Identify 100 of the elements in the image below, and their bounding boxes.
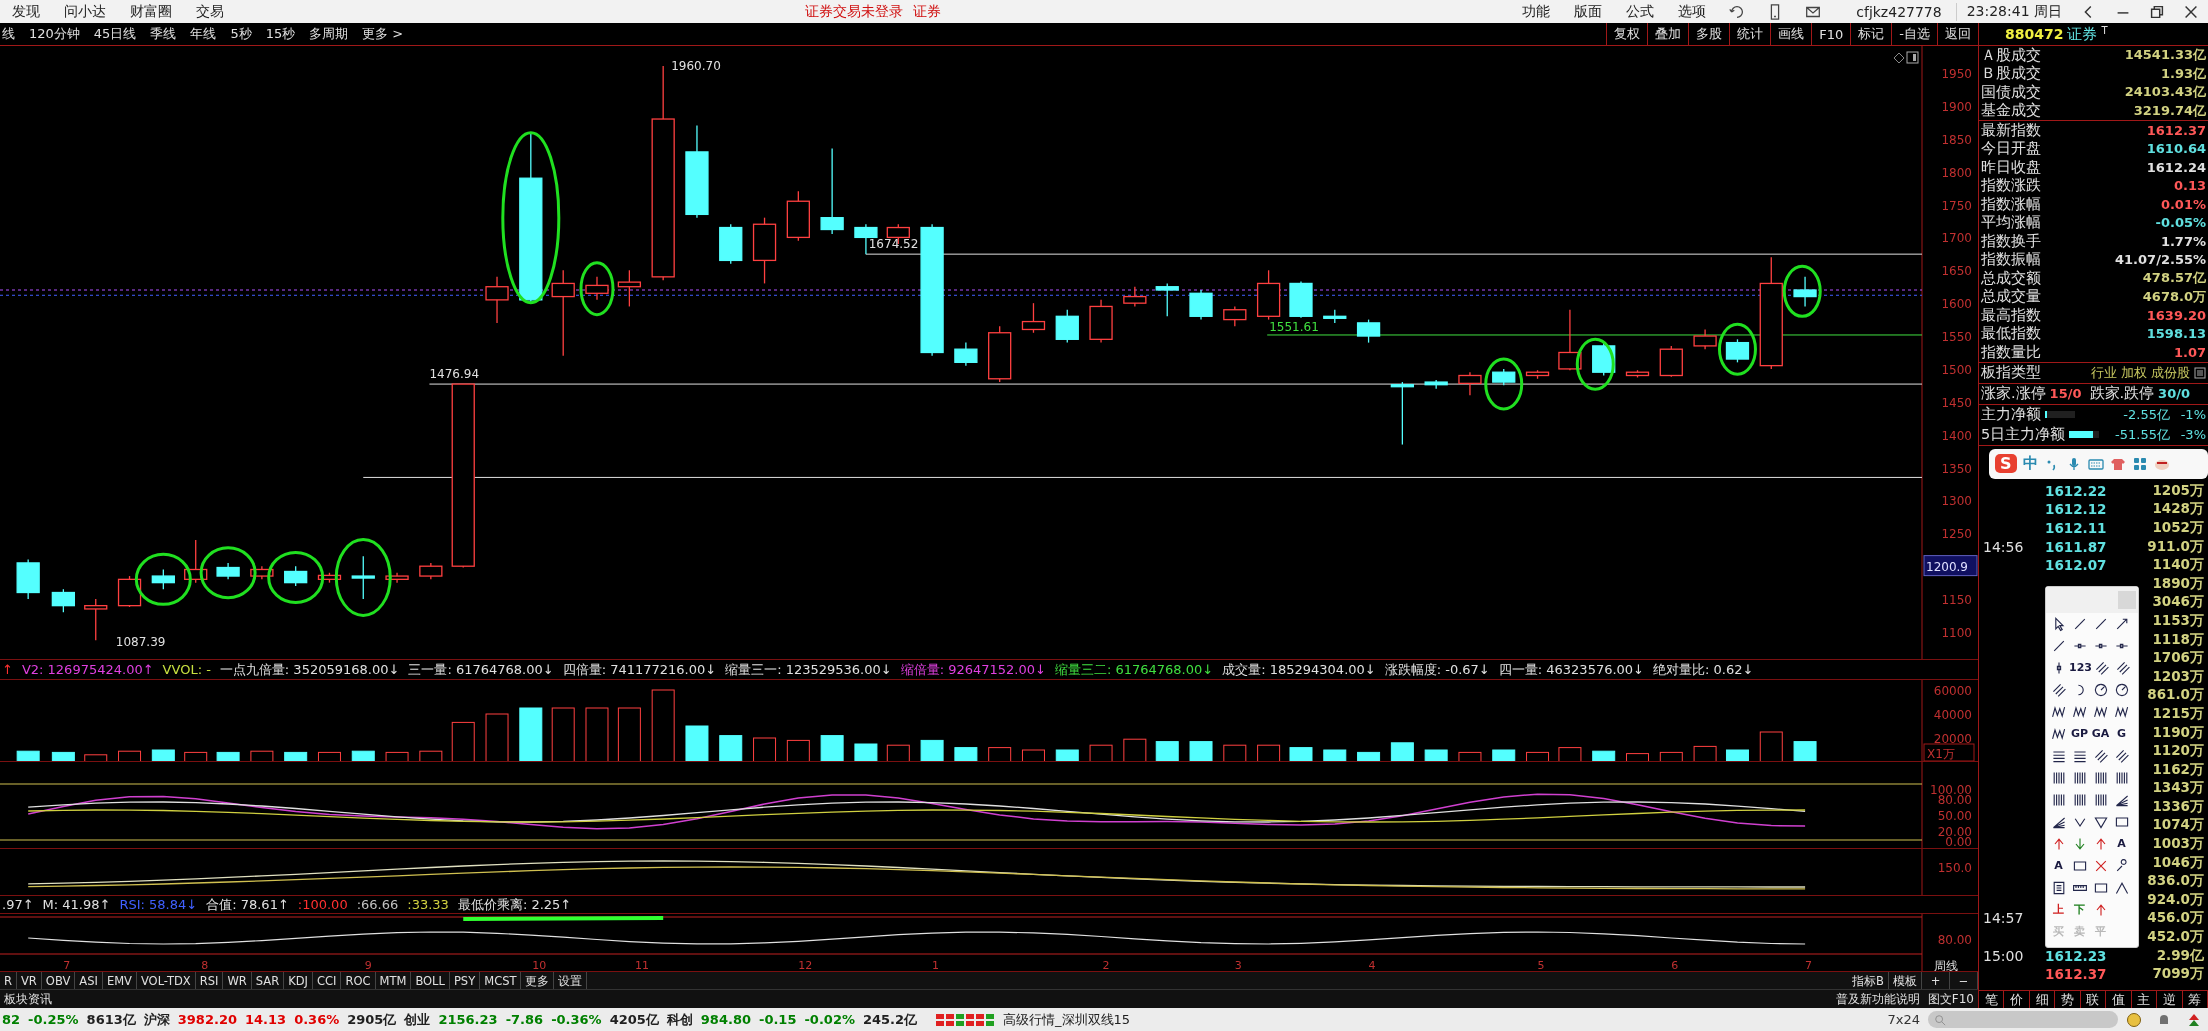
tick-volume: 1190万 [2152,723,2204,742]
volume-bar [1793,741,1817,761]
ime-logo[interactable]: S [1995,454,2017,473]
indicator-readout: 绝对量比: 0.62↓ [1653,660,1754,679]
info-link[interactable]: 普及新功能说明 [1831,990,1924,1008]
candle [16,558,40,600]
menu-item[interactable]: 财富圈 [118,2,184,21]
volume-bar [51,751,75,761]
axis-label: 1900 [1941,99,1972,114]
volume-bar [1323,749,1347,761]
indicator-readout: 合值: 78.61↑ [206,895,289,914]
volume-bar [1357,751,1381,761]
menu-item[interactable]: 交易 [184,2,236,21]
quote-label: 跌家.跌停 [2089,384,2155,403]
drawing-tool-label[interactable]: 下 [2069,902,2090,917]
market-quote: -0.02% [804,1012,855,1027]
period-tab[interactable]: 年线 [190,25,217,43]
menu-item[interactable]: 公式 [1614,2,1667,21]
tick-price: 1612.07 [2045,557,2107,574]
axis-label: 1450 [1941,395,1972,410]
drawing-tool-label[interactable]: A [2111,836,2132,851]
search-field[interactable] [1928,1011,2118,1028]
flow-percent: -1% [2179,407,2206,422]
list-icon[interactable] [2194,366,2206,379]
drawing-tool-label[interactable]: A [2048,858,2069,873]
tick-volume: 1003万 [2152,835,2204,854]
volume-bar [617,707,641,761]
axis-label: 0.00 [1945,834,1972,849]
menu-item[interactable]: 问小达 [52,2,118,21]
drawing-tool-label[interactable]: GA [2090,726,2111,741]
circle-tool-icon[interactable] [2092,681,2109,698]
panel-toggle-icon[interactable] [1907,52,1918,63]
volume-bar [1592,750,1616,761]
period-tab[interactable]: 多周期 [309,25,349,43]
diamond-icon[interactable] [1894,53,1904,63]
indicator-readout: 缩量三二: 61764768.00↓ [1054,660,1214,679]
parallel-lines-icon[interactable] [2050,681,2067,698]
period-tab[interactable]: 更多 > [362,25,404,43]
menu-item[interactable]: 发现 [0,2,52,21]
quote-label: 涨家.涨停 [1981,384,2046,403]
menu-item[interactable]: 功能 [1510,2,1563,21]
market-breadth-icon[interactable] [935,1012,996,1027]
quote-value: 1610.64 [2146,141,2206,157]
period-tab[interactable]: 线 [2,25,15,43]
axis-label: 1400 [1941,428,1972,443]
axis-label: 1850 [1941,132,1972,147]
period-tab[interactable]: 5秒 [230,25,252,43]
candle [1289,280,1313,319]
parallel-lines-icon[interactable] [2113,747,2130,764]
security-mark: T [2101,25,2108,36]
parallel-lines-icon[interactable] [2092,747,2109,764]
quote-value: 4678.0万 [2142,287,2206,306]
news-label[interactable]: 7x24 [1887,1012,1920,1027]
volume-bar [1223,744,1247,761]
volume-bar [284,751,308,761]
parallel-lines-icon[interactable] [2115,659,2132,676]
info-link[interactable]: 图文F10 [1923,990,1978,1008]
sector-type-value: 行业 加权 成份股 [2090,363,2190,382]
period-tab[interactable]: 季线 [150,25,177,43]
menu-item[interactable]: 选项 [1666,2,1719,21]
clock: 23:28:41 周日 [1955,2,2072,21]
drawing-tool-label[interactable]: 上 [2048,902,2069,917]
candle [317,572,342,584]
drawing-tool-label[interactable]: 123 [2069,660,2092,675]
circle-tool-icon[interactable] [2113,681,2130,698]
period-tab[interactable]: 15秒 [265,25,296,43]
flow-percent: -3% [2179,427,2206,442]
price-label: 1087.39 [115,635,166,650]
ime-toolbar[interactable]: S 中 [1989,448,2208,479]
username[interactable]: cfjkz427778 [1832,3,1956,20]
candle [385,572,409,584]
tick-volume: 1118万 [2152,630,2204,649]
market-quote: 8613亿 [86,1010,136,1029]
candle [786,190,810,242]
coin-icon[interactable] [2126,1011,2142,1028]
volume-bar [1725,749,1749,761]
tick-time: 15:00 [1983,947,2024,964]
market-quote: 创业 [404,1010,431,1029]
parallel-lines-icon[interactable] [2094,659,2111,676]
input-mode[interactable]: 中 [2022,454,2038,473]
broker-link[interactable]: 证券 [913,2,942,21]
menu-item[interactable]: 版面 [1562,2,1615,21]
period-tab[interactable]: 45日线 [93,25,137,43]
axis-label: 1300 [1941,494,1972,509]
axis-label: 2 [1102,959,1110,972]
drawing-tool-label[interactable]: G [2111,726,2132,741]
axis-label: 1650 [1941,264,1972,279]
indicator-readout: RSI: 58.84↓ [119,897,198,913]
drawing-tool-label[interactable]: GP [2069,726,2090,741]
period-tab[interactable]: 120分钟 [29,25,80,43]
market-quote: 245.2亿 [862,1010,918,1029]
volume-bar [184,751,208,761]
volume-bar [1021,749,1045,761]
candle [1458,371,1482,396]
tick-volume: 1153万 [2152,611,2204,630]
apps-icon[interactable] [2131,455,2148,472]
axis-label: 20000 [1933,731,1972,746]
volume-bar [1759,731,1783,761]
volume-bar [250,750,274,761]
quote-value: 478.57亿 [2142,269,2206,288]
